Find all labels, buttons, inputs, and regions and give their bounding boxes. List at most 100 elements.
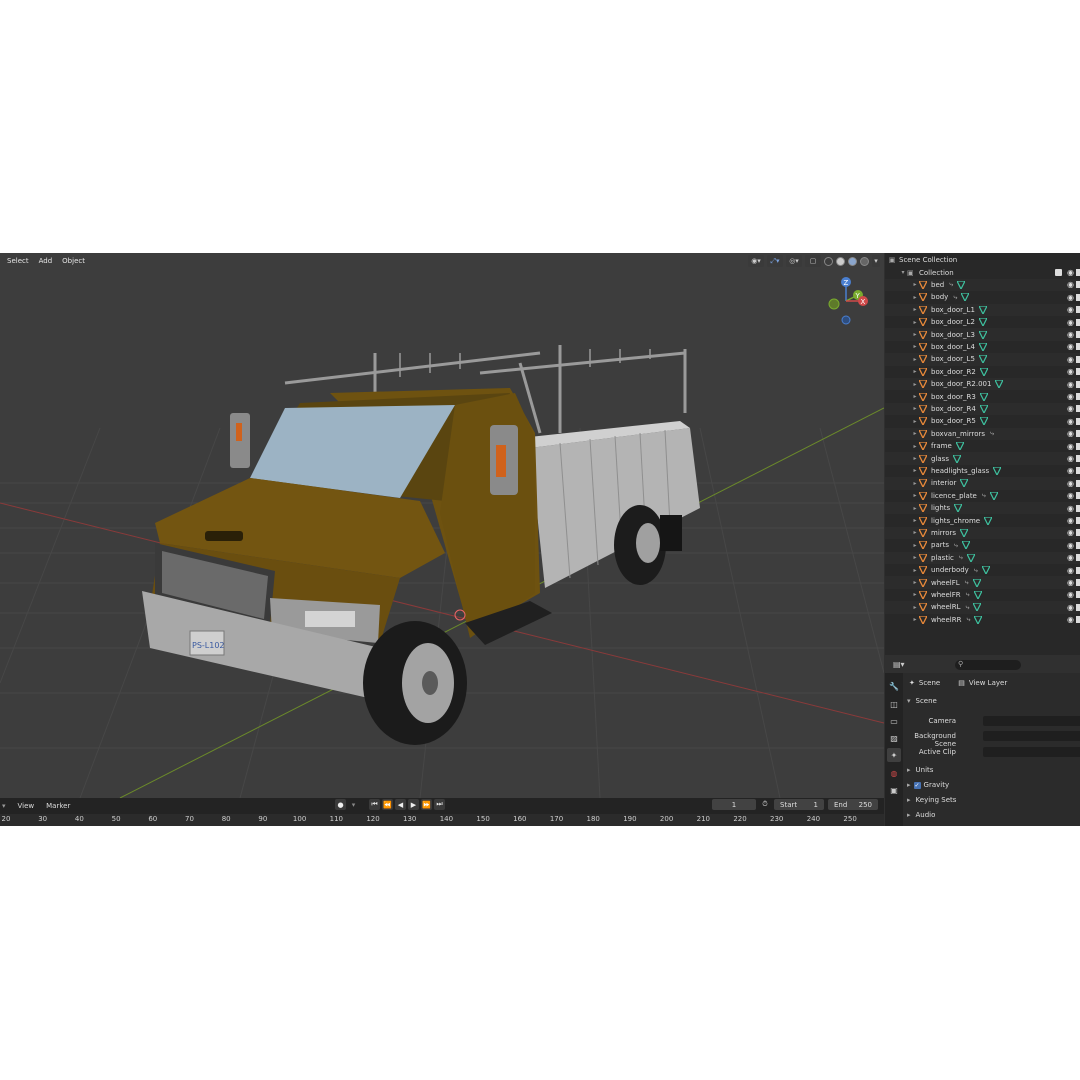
camera-icon[interactable] xyxy=(1076,517,1080,525)
camera-icon[interactable] xyxy=(1076,492,1080,500)
expand-arrow-icon[interactable]: ▸ xyxy=(911,542,919,549)
end-frame-field[interactable]: End 250 xyxy=(828,799,878,810)
gravity-panel-header[interactable]: ▸ ✓ Gravity xyxy=(907,781,949,789)
mesh-data-icon[interactable] xyxy=(978,330,987,339)
camera-icon[interactable] xyxy=(1076,355,1080,363)
shading-options-icon[interactable]: ▾ xyxy=(872,255,880,267)
background-scene-field[interactable] xyxy=(983,731,1080,741)
link-icon[interactable]: ⤷ xyxy=(966,615,970,624)
expand-arrow-icon[interactable]: ▸ xyxy=(911,554,919,561)
outliner-object-row[interactable]: ▸ box_door_R4 ◉ xyxy=(885,402,1080,416)
expand-arrow-icon[interactable]: ▸ xyxy=(911,505,919,512)
eye-icon[interactable]: ◉ xyxy=(1067,342,1074,351)
outliner-object-row[interactable]: ▸ box_door_R5 ◉ xyxy=(885,415,1080,427)
world-tab-icon[interactable]: ◍ xyxy=(887,766,901,780)
outliner-object-row[interactable]: ▸ plastic ⤷ ◉ xyxy=(885,551,1080,564)
scene-collection-row[interactable]: ▣ Scene Collection xyxy=(885,254,1080,266)
expand-arrow-icon[interactable]: ▸ xyxy=(911,616,919,623)
mesh-data-icon[interactable] xyxy=(979,367,988,376)
expand-arrow-icon[interactable]: ▸ xyxy=(911,430,919,437)
link-icon[interactable]: ⤷ xyxy=(974,566,978,575)
expand-arrow-icon[interactable]: ▸ xyxy=(911,356,919,363)
active-clip-field[interactable] xyxy=(983,747,1080,757)
link-icon[interactable]: ⤷ xyxy=(959,553,963,562)
expand-arrow-icon[interactable]: ▸ xyxy=(911,368,919,375)
eye-icon[interactable]: ◉ xyxy=(1067,454,1074,463)
eye-icon[interactable]: ◉ xyxy=(1067,367,1074,376)
mesh-data-icon[interactable] xyxy=(979,392,988,401)
outliner-object-row[interactable]: ▸ box_door_L3 ◉ xyxy=(885,328,1080,341)
outliner-object-row[interactable]: ▸ underbody ⤷ ◉ xyxy=(885,564,1080,576)
camera-icon[interactable] xyxy=(1076,430,1080,438)
stopwatch-icon[interactable]: ⏱ xyxy=(760,799,770,810)
mesh-data-icon[interactable] xyxy=(978,355,987,364)
timeline-menu-view[interactable]: View xyxy=(12,802,41,810)
camera-icon[interactable] xyxy=(1076,269,1080,277)
jump-start-icon[interactable]: ⏮ xyxy=(369,799,380,810)
eye-icon[interactable]: ◉ xyxy=(1067,305,1074,314)
auto-key-options-icon[interactable]: ▾ xyxy=(348,799,359,810)
editor-type-icon[interactable]: ▾ xyxy=(0,802,12,810)
collection-row[interactable]: ▾ ▣ Collection ◉ xyxy=(885,266,1080,278)
outliner-object-row[interactable]: ▸ licence_plate ⤷ ◉ xyxy=(885,490,1080,502)
link-icon[interactable]: ⤷ xyxy=(949,280,953,289)
camera-icon[interactable] xyxy=(1076,616,1080,624)
mesh-data-icon[interactable] xyxy=(960,528,969,537)
tool-tab-icon[interactable]: 🔧 xyxy=(887,679,901,693)
scene-panel-header[interactable]: ▾ Scene xyxy=(907,697,937,705)
expand-arrow-icon[interactable]: ▸ xyxy=(911,343,919,350)
eye-icon[interactable]: ◉ xyxy=(1067,615,1074,624)
jump-end-icon[interactable]: ⏭ xyxy=(434,799,445,810)
solid-shading-icon[interactable] xyxy=(836,256,845,266)
mesh-data-icon[interactable] xyxy=(978,305,987,314)
mesh-data-icon[interactable] xyxy=(957,280,966,289)
eye-icon[interactable]: ◉ xyxy=(1067,442,1074,451)
camera-icon[interactable] xyxy=(1076,318,1080,326)
outliner-object-row[interactable]: ▸ wheelFR ⤷ ◉ xyxy=(885,589,1080,601)
mesh-data-icon[interactable] xyxy=(973,603,982,612)
eye-icon[interactable]: ◉ xyxy=(1067,392,1074,401)
wireframe-shading-icon[interactable] xyxy=(824,256,833,266)
outliner-object-row[interactable]: ▸ frame ◉ xyxy=(885,440,1080,452)
link-icon[interactable]: ⤷ xyxy=(965,578,969,587)
outliner-object-row[interactable]: ▸ wheelRL ⤷ ◉ xyxy=(885,601,1080,614)
expand-arrow-icon[interactable]: ▸ xyxy=(911,517,919,524)
eye-icon[interactable]: ◉ xyxy=(1067,417,1074,426)
camera-icon[interactable] xyxy=(1076,455,1080,463)
mesh-data-icon[interactable] xyxy=(979,417,988,426)
camera-icon[interactable] xyxy=(1076,442,1080,450)
link-icon[interactable]: ⤷ xyxy=(954,541,958,550)
expand-arrow-icon[interactable]: ▸ xyxy=(911,579,919,586)
eye-icon[interactable]: ◉ xyxy=(1067,578,1074,587)
expand-arrow-icon[interactable]: ▸ xyxy=(911,480,919,487)
collection-tab-icon[interactable]: ▣ xyxy=(887,783,901,797)
expand-arrow-icon[interactable]: ▸ xyxy=(911,467,919,474)
viewport-scene[interactable]: PS-L102 xyxy=(0,253,884,798)
eye-icon[interactable]: ◉ xyxy=(1067,504,1074,513)
outliner-object-row[interactable]: ▸ box_door_L1 ◉ xyxy=(885,303,1080,316)
output-tab-icon[interactable]: ▭ xyxy=(887,714,901,728)
properties-search-input[interactable]: ⚲ xyxy=(955,660,1021,670)
eye-icon[interactable]: ◉ xyxy=(1067,330,1074,339)
mesh-data-icon[interactable] xyxy=(978,318,987,327)
camera-icon[interactable] xyxy=(1076,380,1080,388)
outliner-object-row[interactable]: ▸ lights ◉ xyxy=(885,502,1080,515)
outliner-object-row[interactable]: ▸ box_door_L5 ◉ xyxy=(885,353,1080,366)
outliner-object-row[interactable]: ▸ mirrors ◉ xyxy=(885,526,1080,540)
eye-icon[interactable]: ◉ xyxy=(1067,491,1074,500)
link-icon[interactable]: ⤷ xyxy=(966,590,970,599)
expand-arrow-icon[interactable]: ▸ xyxy=(911,567,919,574)
camera-icon[interactable] xyxy=(1076,479,1080,487)
camera-field[interactable] xyxy=(983,716,1080,726)
eye-icon[interactable]: ◉ xyxy=(1067,541,1074,550)
camera-icon[interactable] xyxy=(1076,281,1080,289)
menu-object[interactable]: Object xyxy=(57,253,90,269)
3d-viewport[interactable]: PS-L102 Select Add Object ◉▾ ⤢▾ ◎▾ ▢ ▾ Z… xyxy=(0,253,884,798)
outliner-object-row[interactable]: ▸ parts ⤷ ◉ xyxy=(885,539,1080,551)
outliner-object-row[interactable]: ▸ box_door_L2 ◉ xyxy=(885,316,1080,328)
camera-icon[interactable] xyxy=(1076,368,1080,376)
outliner-object-row[interactable]: ▸ wheelRR ⤷ ◉ xyxy=(885,614,1080,626)
mesh-data-icon[interactable] xyxy=(972,578,981,587)
expand-arrow-icon[interactable]: ▸ xyxy=(911,393,919,400)
link-icon[interactable]: ⤷ xyxy=(982,491,986,500)
